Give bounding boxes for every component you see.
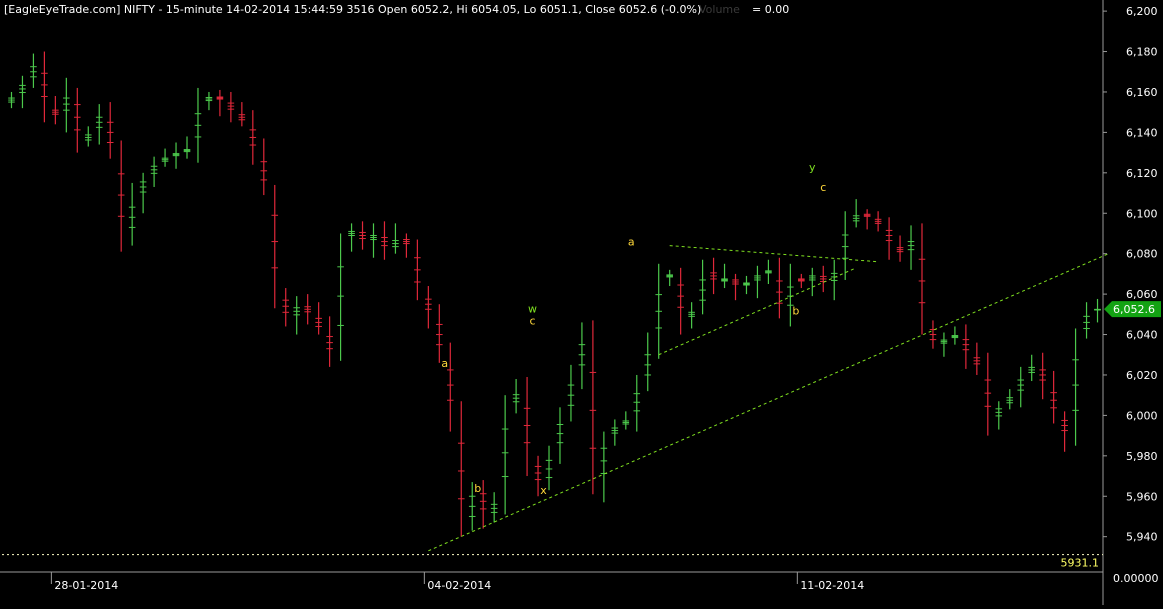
wave-label-c: c <box>530 314 536 327</box>
price-tick-label: 6,080 <box>1126 248 1158 261</box>
wave-label-b: b <box>792 304 799 317</box>
price-tick-label: 5,960 <box>1126 490 1158 503</box>
price-tick-label: 6,020 <box>1126 369 1158 382</box>
price-tick-label: 5,980 <box>1126 450 1158 463</box>
wave-label-b: b <box>474 482 481 495</box>
volume-value: = 0.00 <box>752 3 789 16</box>
price-chart[interactable]: 5931.1 abwcxabyc 6,200 6,180 6,160 6,140 6,1… <box>0 0 1163 605</box>
wave-label-w: w <box>528 302 537 315</box>
volume-axis-label: 0.00000 <box>1113 572 1159 585</box>
price-tick-label: 6,180 <box>1126 46 1158 59</box>
volume-label: Volume <box>699 3 740 16</box>
plot-background <box>0 0 1163 605</box>
price-tick-label: 6,160 <box>1126 86 1158 99</box>
price-tick-label: 6,000 <box>1126 409 1158 422</box>
price-tick-label: 6,120 <box>1126 167 1158 180</box>
chart-header: [EagleEyeTrade.com] NIFTY - 15-minute 14… <box>4 3 701 16</box>
support-label: 5931.1 <box>1061 557 1100 570</box>
date-tick-label: 04-02-2014 <box>427 579 491 592</box>
wave-label-a: a <box>628 236 635 249</box>
price-tick-label: 6,060 <box>1126 288 1158 301</box>
chart-canvas[interactable]: 5931.1 abwcxabyc 6,2006,1806,1606,1406,1… <box>0 0 1163 605</box>
current-price-label: 6,052.6 <box>1113 303 1155 316</box>
price-tick-label: 6,200 <box>1126 5 1158 18</box>
wave-label-x: x <box>540 484 547 497</box>
wave-label-a: a <box>441 357 448 370</box>
price-tick-label: 6,100 <box>1126 207 1158 220</box>
price-tick-label: 5,940 <box>1126 531 1158 544</box>
wave-label-c: c <box>820 181 826 194</box>
price-tick-label: 6,140 <box>1126 126 1158 139</box>
price-tick-label: 6,040 <box>1126 329 1158 342</box>
date-tick-label: 28-01-2014 <box>54 579 118 592</box>
date-tick-label: 11-02-2014 <box>800 579 864 592</box>
wave-label-y: y <box>809 161 816 174</box>
